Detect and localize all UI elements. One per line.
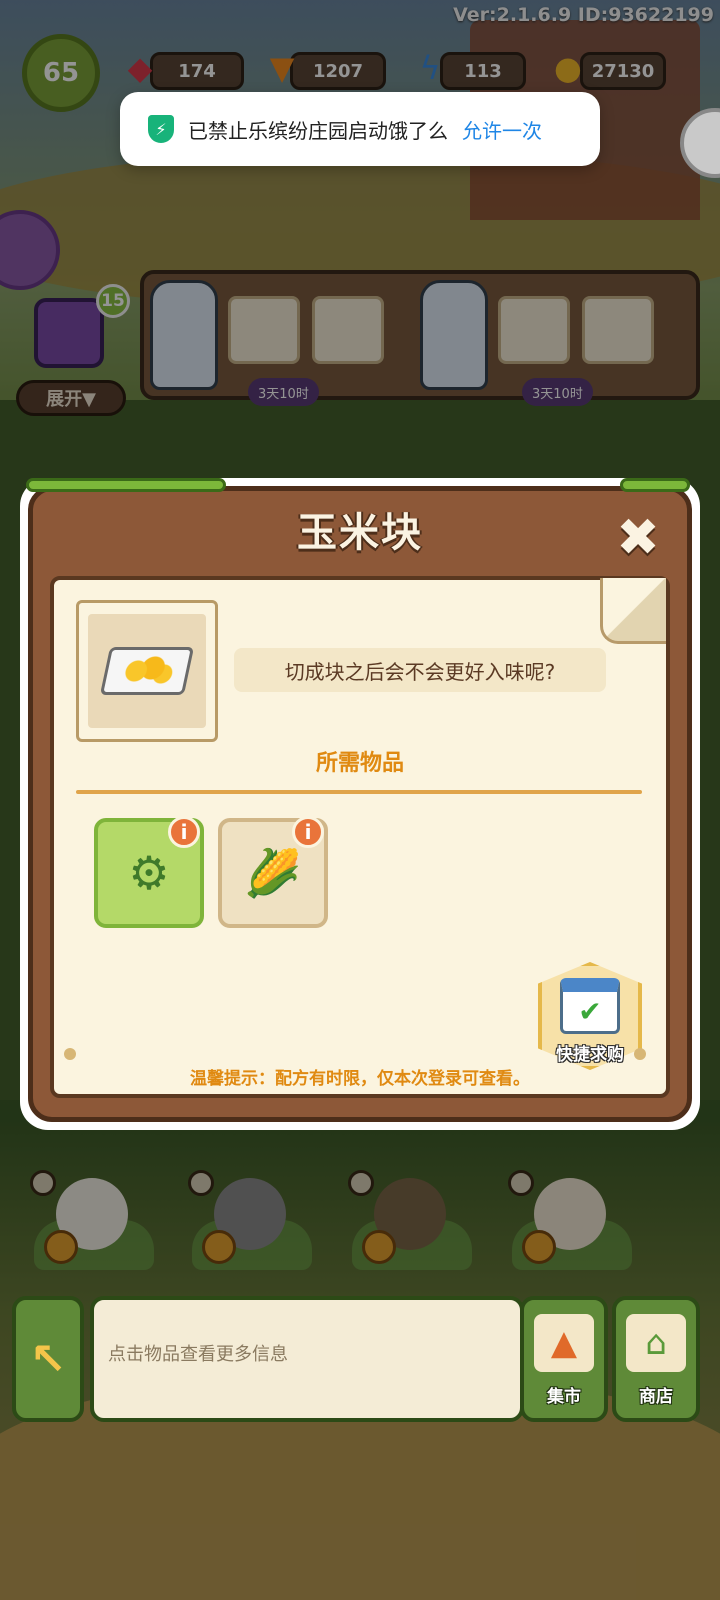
corn-pile-shape: [116, 656, 178, 686]
market-button[interactable]: ▲ 集市: [520, 1296, 608, 1422]
back-arrow-icon: ↖: [29, 1333, 67, 1385]
recipe-tip: 温馨提示：配方有时限，仅本次登录可查看。: [190, 1069, 530, 1089]
quick-buy-label: 快捷求购: [556, 1045, 624, 1065]
info-icon[interactable]: i: [168, 816, 200, 848]
paper-pin: [634, 1048, 646, 1060]
system-toast: ⚡ 已禁止乐缤纷庄园启动饿了么 允许一次: [120, 92, 600, 166]
shield-icon: ⚡: [148, 115, 174, 143]
back-button[interactable]: ↖: [12, 1296, 84, 1422]
section-divider: [76, 790, 642, 794]
item-info-placeholder: 点击物品查看更多信息: [108, 1344, 288, 1365]
close-icon[interactable]: ✖: [612, 512, 664, 564]
info-icon[interactable]: i: [292, 816, 324, 848]
shop-house-icon: ⌂: [626, 1314, 686, 1372]
corn-nuggets-icon[interactable]: [88, 614, 206, 728]
shop-label: 商店: [639, 1387, 673, 1407]
grass-decoration: [26, 478, 226, 492]
toast-message: 已禁止乐缤纷庄园启动饿了么: [188, 118, 448, 143]
market-label: 集市: [547, 1387, 581, 1407]
dialog-title: 玉米块: [297, 510, 423, 556]
grass-decoration: [620, 478, 690, 492]
market-stall-icon: ▲: [534, 1314, 594, 1372]
item-description: 切成块之后会不会更好入味呢?: [234, 648, 606, 692]
allow-once-link[interactable]: 允许一次: [462, 115, 542, 144]
required-items-title: 所需物品: [315, 751, 404, 776]
shop-button[interactable]: ⌂ 商店: [612, 1296, 700, 1422]
tray-shape: [99, 647, 195, 695]
paper-pin: [64, 1048, 76, 1060]
corn-icon: 🌽: [244, 845, 302, 900]
paper-fold-corner: [600, 578, 666, 644]
market-check-icon: ✔: [560, 978, 620, 1034]
corn-cutter-machine-icon: ⚙: [128, 846, 170, 900]
